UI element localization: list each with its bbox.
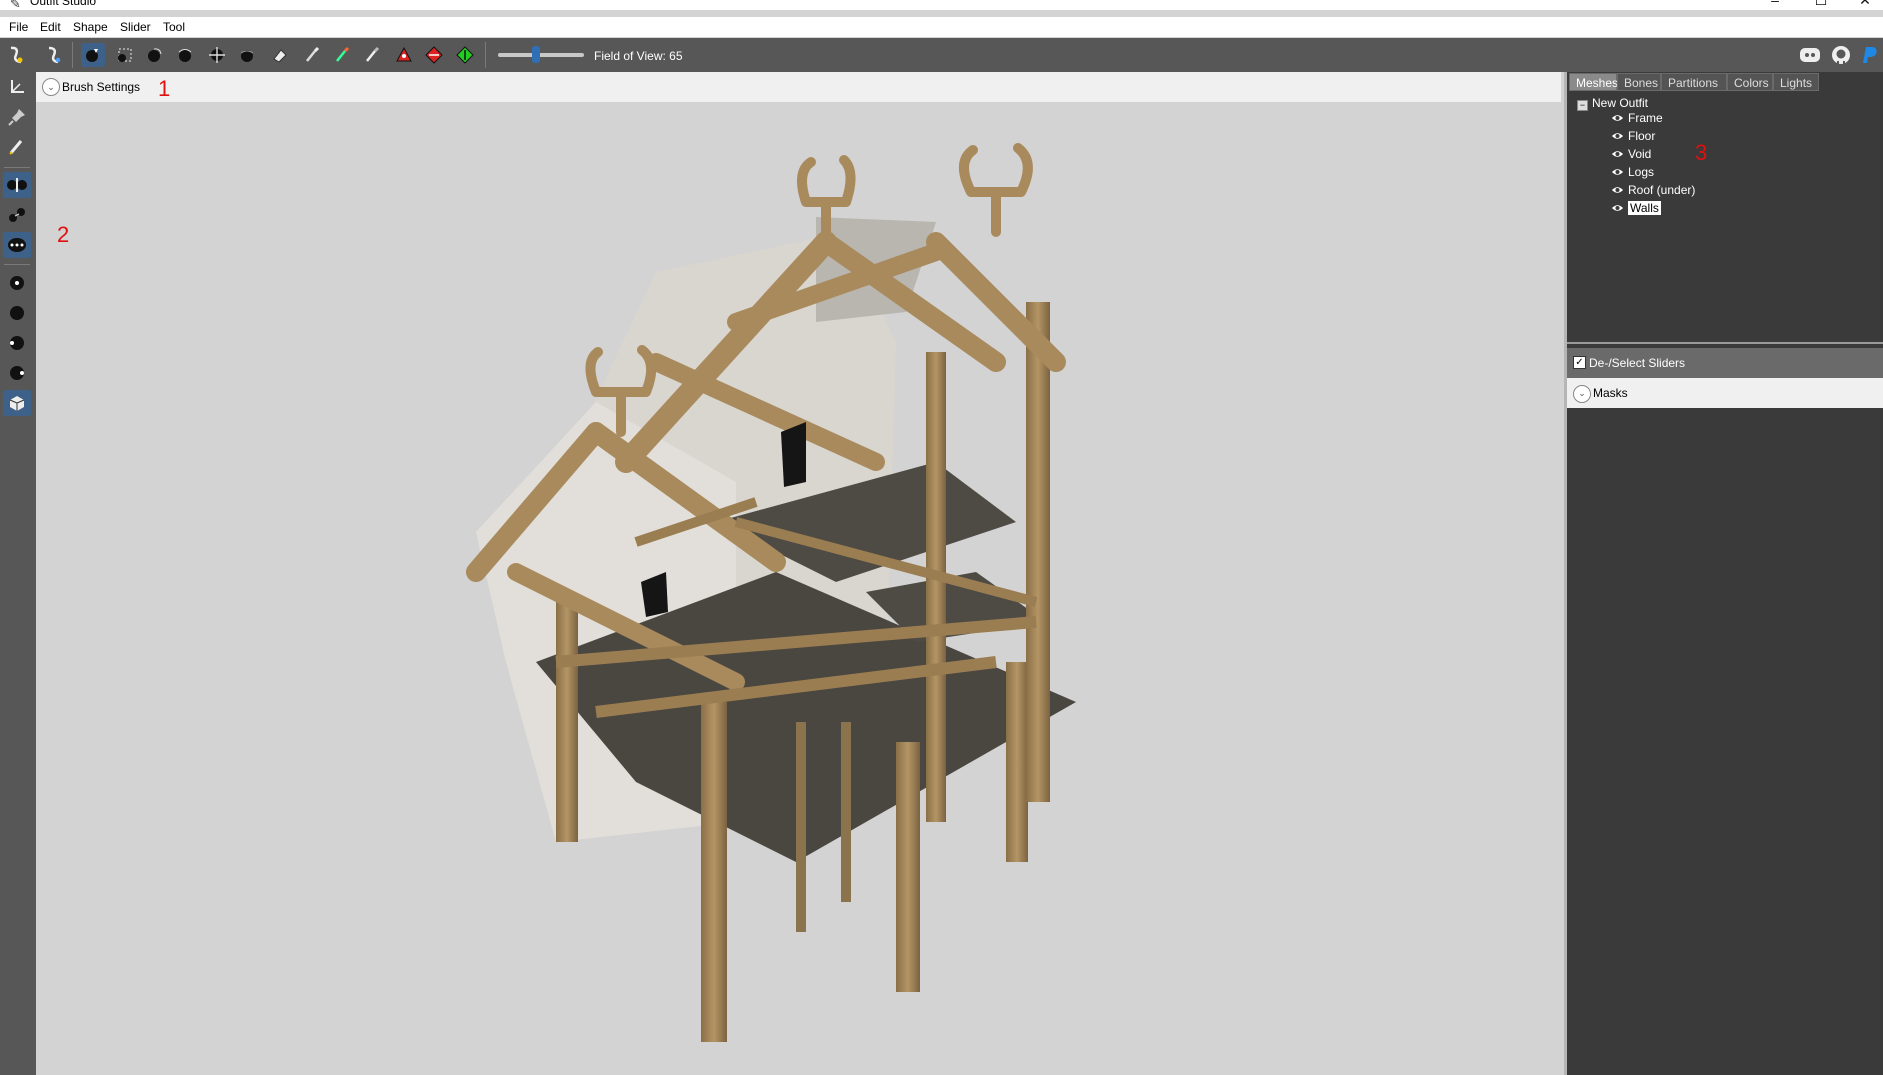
eye-icon[interactable] [1611,113,1624,123]
vertex-points-icon[interactable] [3,270,31,296]
menu-slider[interactable]: Slider [120,20,151,34]
title-bar: ✎ Outfit Studio – ☐ ✕ [0,0,1883,11]
fov-label: Field of View: 65 [594,49,683,63]
eye-icon[interactable] [1611,149,1624,159]
deselect-sliders-bar: ✓ De-/Select Sliders [1567,348,1883,378]
eye-icon[interactable] [1611,167,1624,177]
mask-brush-icon[interactable] [143,43,167,67]
undiff-brush-icon[interactable] [268,43,292,67]
move-brush-icon[interactable] [205,43,229,67]
tab-partitions[interactable]: Partitions [1661,73,1727,91]
menu-shape[interactable]: Shape [73,20,108,34]
chevron-down-icon[interactable]: ⌄ [42,78,60,96]
tree-item-walls[interactable]: Walls [1611,201,1661,215]
tree-root[interactable]: New Outfit [1592,96,1648,110]
discord-icon[interactable] [1798,43,1822,67]
maximize-button[interactable]: ☐ [1798,0,1844,10]
alpha-brush-icon[interactable] [360,43,384,67]
masks-label[interactable]: Masks [1593,386,1628,400]
tree-item-floor[interactable]: Floor [1611,129,1655,143]
smooth-brush-icon[interactable] [235,43,259,67]
outfit-tool-icon[interactable] [5,43,29,67]
chevron-down-icon[interactable]: ⌄ [1573,385,1591,403]
app-icon: ✎ [10,0,21,11]
masks-bar: ⌄ Masks [1567,378,1883,408]
texture-icon[interactable] [3,360,31,386]
mesh-tree: − New Outfit Frame Floor Void Logs Roof … [1567,92,1883,344]
color-brush-icon[interactable] [330,43,354,67]
brush-settings-bar: ⌄ Brush Settings 1 [36,72,1561,102]
global-brush-icon[interactable] [3,232,31,258]
github-icon[interactable] [1829,43,1853,67]
reference-tool-icon[interactable] [42,43,66,67]
select-tool-icon[interactable] [81,43,105,67]
transform-select-icon[interactable] [113,43,137,67]
lighting-icon[interactable] [3,330,31,356]
right-panel: Meshes Bones Partitions Colors Lights − … [1564,72,1883,1075]
annotation-1: 1 [158,76,171,101]
axis-tool-icon[interactable] [3,74,31,100]
deselect-sliders-checkbox[interactable]: ✓ [1573,356,1586,369]
collapse-icon[interactable]: − [1577,100,1588,111]
flip-edge-icon[interactable] [422,43,446,67]
close-button[interactable]: ✕ [1842,0,1883,10]
window-title: Outfit Studio [30,0,97,8]
house-model [466,143,1076,1042]
weight-brush-icon[interactable] [300,43,324,67]
tab-lights[interactable]: Lights [1773,73,1819,91]
3d-viewport[interactable]: 2 [36,102,1561,1075]
fov-slider[interactable] [498,53,584,57]
panel-tabs: Meshes Bones Partitions Colors Lights [1567,72,1883,92]
tree-item-void[interactable]: Void [1611,147,1651,161]
brush-settings-label[interactable]: Brush Settings [62,80,140,94]
paypal-icon[interactable] [1858,43,1882,67]
tree-item-frame[interactable]: Frame [1611,111,1663,125]
eye-icon[interactable] [1611,131,1624,141]
tree-item-roof-under[interactable]: Roof (under) [1611,183,1695,197]
eye-icon[interactable] [1611,203,1624,213]
tree-item-logs[interactable]: Logs [1611,165,1654,179]
tab-colors[interactable]: Colors [1727,73,1773,91]
pen-tool-icon[interactable] [3,134,31,160]
collapse-vertex-icon[interactable] [392,43,416,67]
menu-file[interactable]: File [9,20,28,34]
menu-bar: File Edit Shape Slider Tool [0,17,1883,37]
menu-tool[interactable]: Tool [163,20,185,34]
minimize-button[interactable]: – [1752,0,1798,10]
tab-bones[interactable]: Bones [1617,73,1661,91]
annotation-3: 3 [1695,140,1708,165]
tab-meshes[interactable]: Meshes [1569,73,1618,91]
x-mirror-icon[interactable] [3,172,31,198]
pin-tool-icon[interactable] [3,104,31,130]
color-mode-icon[interactable] [3,390,31,416]
menu-edit[interactable]: Edit [40,20,61,34]
left-toolbar [0,72,36,1075]
deselect-sliders-label: De-/Select Sliders [1589,356,1686,370]
annotation-2: 2 [57,222,70,247]
eye-icon[interactable] [1611,185,1624,195]
split-edge-icon[interactable] [453,43,477,67]
main-toolbar: Field of View: 65 [0,38,1883,72]
connected-only-icon[interactable] [3,202,31,228]
wireframe-icon[interactable] [3,300,31,326]
inflate-brush-icon[interactable] [173,43,197,67]
fov-slider-thumb[interactable] [532,46,540,63]
